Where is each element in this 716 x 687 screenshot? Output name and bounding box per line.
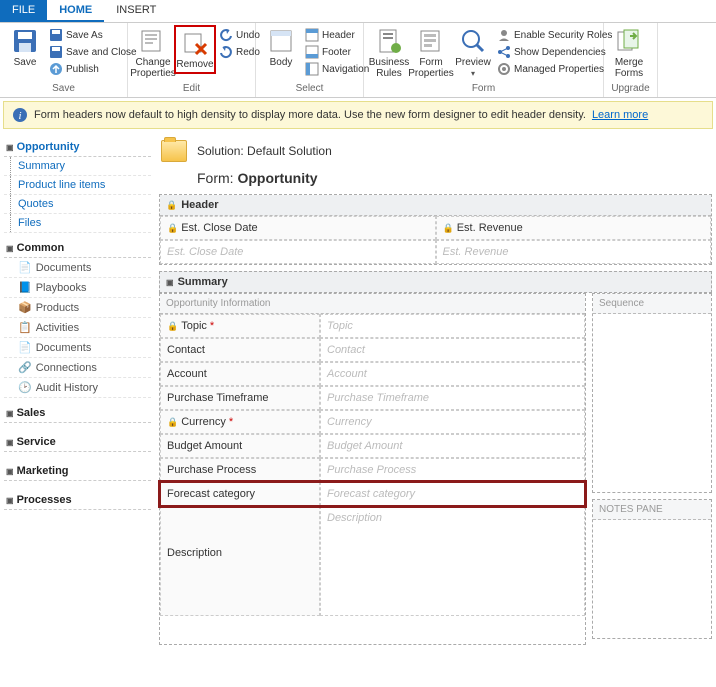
products-icon: 📦 — [18, 301, 32, 314]
playbooks-icon: 📘 — [18, 281, 32, 294]
redo-icon — [219, 45, 233, 59]
nav-documents[interactable]: 📄Documents — [4, 258, 151, 278]
audit-icon: 🕑 — [18, 381, 32, 394]
nav-activities[interactable]: 📋Activities — [4, 318, 151, 338]
field-timeframe[interactable]: Purchase TimeframePurchase Timeframe — [160, 386, 585, 410]
remove-icon — [181, 29, 209, 57]
merge-icon — [615, 27, 643, 55]
group-form-label: Form — [368, 82, 599, 95]
merge-forms-button[interactable]: Merge Forms — [608, 25, 650, 81]
navigation-icon — [305, 62, 319, 76]
business-rules-button[interactable]: Business Rules — [368, 25, 410, 81]
remove-button[interactable]: Remove — [174, 25, 216, 74]
business-rules-icon — [375, 27, 403, 55]
svg-text:i: i — [18, 110, 21, 122]
save-icon — [11, 27, 39, 55]
opp-info-header: Opportunity Information — [160, 294, 585, 314]
properties-icon — [139, 27, 167, 55]
field-budget[interactable]: Budget AmountBudget Amount — [160, 434, 585, 458]
info-text: Form headers now default to high density… — [34, 109, 586, 121]
nav-summary[interactable]: Summary — [4, 157, 151, 176]
header-icon — [305, 28, 319, 42]
field-process[interactable]: Purchase ProcessPurchase Process — [160, 458, 585, 482]
documents-icon: 📄 — [18, 341, 32, 354]
solution-folder-icon — [161, 140, 187, 162]
field-description[interactable]: DescriptionDescription — [160, 506, 585, 616]
notes-pane-header: NOTES PANE — [593, 500, 711, 520]
nav-product-line-items[interactable]: Product line items — [4, 176, 151, 195]
nav-opportunity-header[interactable]: ▣Opportunity — [4, 138, 151, 157]
group-select-label: Select — [260, 82, 359, 95]
tab-home[interactable]: HOME — [47, 0, 104, 22]
footer-icon — [305, 45, 319, 59]
navigation-button[interactable]: Navigation — [302, 61, 372, 77]
field-contact[interactable]: ContactContact — [160, 338, 585, 362]
nav-audit-history[interactable]: 🕑Audit History — [4, 378, 151, 398]
header-section[interactable]: 🔒Header 🔒Est. Close Date Est. Close Date… — [159, 194, 712, 265]
group-save-label: Save — [4, 82, 123, 95]
lock-icon: 🔒 — [166, 200, 177, 211]
field-currency[interactable]: 🔒Currency*Currency — [160, 410, 585, 434]
nav-marketing-header[interactable]: ▣Marketing — [4, 462, 151, 481]
group-edit-label: Edit — [132, 82, 251, 95]
publish-button[interactable]: Publish — [46, 61, 140, 77]
nav-connections[interactable]: 🔗Connections — [4, 358, 151, 378]
info-icon: i — [12, 107, 28, 123]
security-roles-button[interactable]: Enable Security Roles — [494, 27, 615, 43]
tab-insert[interactable]: INSERT — [104, 0, 168, 22]
change-properties-button[interactable]: Change Properties — [132, 25, 174, 81]
form-title: Form: Opportunity — [197, 170, 712, 186]
security-icon — [497, 28, 511, 42]
nav-sales-header[interactable]: ▣Sales — [4, 404, 151, 423]
info-bar: i Form headers now default to high densi… — [3, 101, 713, 129]
preview-icon — [459, 27, 487, 55]
connections-icon: 🔗 — [18, 361, 32, 374]
solution-label: Solution: Default Solution — [197, 144, 332, 158]
publish-icon — [49, 62, 63, 76]
managed-properties-button[interactable]: Managed Properties — [494, 61, 615, 77]
field-forecast-category[interactable]: Forecast categoryForecast category — [160, 482, 585, 506]
nav-files[interactable]: Files — [4, 214, 151, 233]
show-dependencies-button[interactable]: Show Dependencies — [494, 44, 615, 60]
save-button[interactable]: Save — [4, 25, 46, 70]
summary-section[interactable]: ▣Summary Opportunity Information 🔒Topic*… — [159, 271, 712, 645]
activities-icon: 📋 — [18, 321, 32, 334]
dependencies-icon — [497, 45, 511, 59]
save-as-icon — [49, 28, 63, 42]
field-account[interactable]: AccountAccount — [160, 362, 585, 386]
footer-button[interactable]: Footer — [302, 44, 372, 60]
form-properties-button[interactable]: Form Properties — [410, 25, 452, 81]
body-icon — [267, 27, 295, 55]
documents-icon: 📄 — [18, 261, 32, 274]
body-button[interactable]: Body — [260, 25, 302, 70]
gear-icon — [497, 62, 511, 76]
nav-documents-2[interactable]: 📄Documents — [4, 338, 151, 358]
save-as-button[interactable]: Save As — [46, 27, 140, 43]
nav-products[interactable]: 📦Products — [4, 298, 151, 318]
save-close-icon — [49, 45, 63, 59]
group-upgrade-label: Upgrade — [608, 82, 653, 95]
nav-playbooks[interactable]: 📘Playbooks — [4, 278, 151, 298]
nav-quotes[interactable]: Quotes — [4, 195, 151, 214]
nav-processes-header[interactable]: ▣Processes — [4, 491, 151, 510]
sequence-header: Sequence — [593, 294, 711, 314]
learn-more-link[interactable]: Learn more — [592, 109, 648, 121]
nav-service-header[interactable]: ▣Service — [4, 433, 151, 452]
undo-icon — [219, 28, 233, 42]
tab-file[interactable]: FILE — [0, 0, 47, 22]
save-close-button[interactable]: Save and Close — [46, 44, 140, 60]
field-topic[interactable]: 🔒Topic*Topic — [160, 314, 585, 338]
preview-button[interactable]: Preview▾ — [452, 25, 494, 81]
nav-common-header[interactable]: ▣Common — [4, 239, 151, 258]
form-properties-icon — [417, 27, 445, 55]
header-button[interactable]: Header — [302, 27, 372, 43]
